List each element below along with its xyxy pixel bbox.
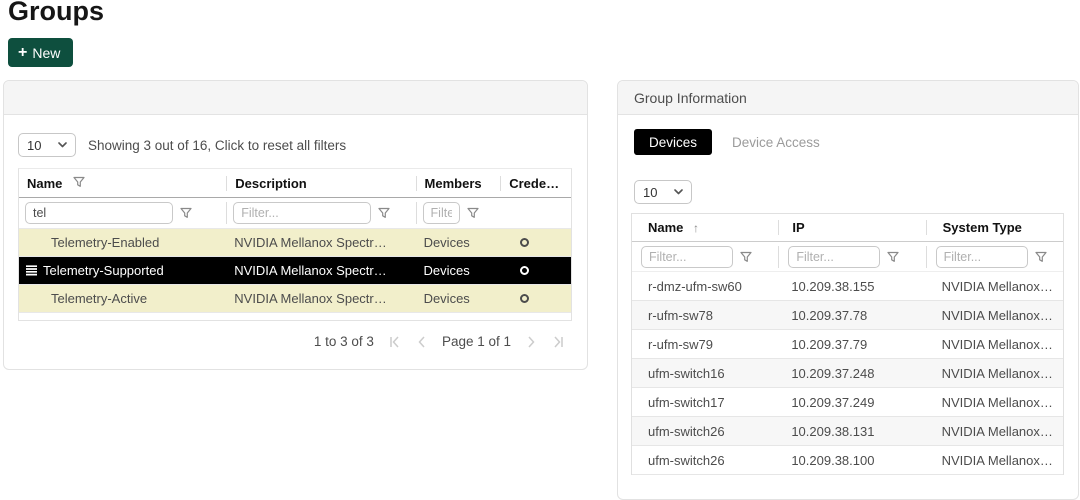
- column-header-name[interactable]: Name: [19, 176, 226, 191]
- ip-filter-input[interactable]: [788, 246, 880, 268]
- column-header-device-name[interactable]: Name ↑: [632, 220, 778, 235]
- tab-devices[interactable]: Devices: [634, 129, 712, 155]
- column-header-system-type[interactable]: System Type: [926, 220, 1063, 235]
- device-row[interactable]: ufm-switch16 10.209.37.248 NVIDIA Mellan…: [632, 359, 1063, 388]
- filter-funnel-icon[interactable]: [467, 207, 479, 219]
- device-row[interactable]: r-ufm-sw78 10.209.37.78 NVIDIA Mellanox…: [632, 301, 1063, 330]
- device-row[interactable]: ufm-switch26 10.209.38.131 NVIDIA Mellan…: [632, 417, 1063, 446]
- group-list-icon: [25, 265, 38, 276]
- column-header-ip[interactable]: IP: [778, 220, 925, 235]
- members-filter-input[interactable]: [423, 202, 460, 224]
- group-row-telemetry-enabled[interactable]: Telemetry-Enabled NVIDIA Mellanox Spectr…: [19, 228, 571, 256]
- filter-funnel-icon[interactable]: [1035, 251, 1047, 263]
- devices-filter-row: [632, 242, 1063, 272]
- name-filter-input[interactable]: [25, 202, 173, 224]
- filter-funnel-icon: [73, 176, 85, 188]
- plus-icon: +: [18, 45, 27, 61]
- new-button-label: New: [32, 45, 60, 61]
- credentials-status-icon: [520, 238, 529, 247]
- last-page-button[interactable]: [552, 336, 565, 348]
- devices-table-header: Name ↑ IP System Type: [632, 214, 1063, 242]
- device-row[interactable]: r-ufm-sw79 10.209.37.79 NVIDIA Mellanox…: [632, 330, 1063, 359]
- devices-page-size-value: 10: [643, 185, 657, 200]
- reset-filters-link[interactable]: Showing 3 out of 16, Click to reset all …: [88, 138, 346, 153]
- group-info-tabs: Devices Device Access: [634, 129, 1078, 155]
- pagination-page-label: Page 1 of 1: [442, 334, 511, 349]
- chevron-down-icon: [674, 189, 683, 195]
- tab-device-access[interactable]: Device Access: [730, 129, 822, 155]
- next-page-button[interactable]: [527, 336, 536, 348]
- groups-table: Name Description Members Crede… Tel: [18, 168, 572, 321]
- groups-filter-row: [19, 198, 571, 228]
- filter-funnel-icon[interactable]: [887, 251, 899, 263]
- groups-panel: 10 Showing 3 out of 16, Click to reset a…: [3, 80, 588, 370]
- groups-table-header: Name Description Members Crede…: [19, 169, 571, 198]
- group-row-telemetry-supported[interactable]: Telemetry-Supported NVIDIA Mellanox Spec…: [19, 256, 571, 284]
- groups-pagination: 1 to 3 of 3 Page 1 of 1: [4, 334, 565, 349]
- column-header-description[interactable]: Description: [226, 176, 415, 191]
- device-row[interactable]: ufm-switch26 10.209.38.100 NVIDIA Mellan…: [632, 446, 1063, 475]
- previous-page-button[interactable]: [417, 336, 426, 348]
- page-title: Groups: [8, 0, 104, 27]
- new-group-button[interactable]: + New: [8, 38, 73, 67]
- filter-funnel-icon[interactable]: [180, 207, 192, 219]
- chevron-down-icon: [58, 142, 67, 148]
- groups-page-size-select[interactable]: 10: [18, 133, 76, 157]
- description-filter-input[interactable]: [233, 202, 371, 224]
- group-information-title: Group Information: [618, 81, 1078, 115]
- first-page-button[interactable]: [388, 336, 401, 348]
- device-name-filter-input[interactable]: [641, 246, 733, 268]
- sort-ascending-icon: ↑: [693, 221, 699, 235]
- group-row-telemetry-active[interactable]: Telemetry-Active NVIDIA Mellanox Spectr……: [19, 284, 571, 312]
- group-information-panel: Group Information Devices Device Access …: [617, 80, 1079, 500]
- groups-panel-toolbar: [4, 81, 587, 115]
- system-type-filter-input[interactable]: [936, 246, 1028, 268]
- device-row[interactable]: ufm-switch17 10.209.37.249 NVIDIA Mellan…: [632, 388, 1063, 417]
- devices-table: Name ↑ IP System Type r-dmz-ufm-sw60 10.…: [631, 213, 1064, 475]
- column-header-members[interactable]: Members: [416, 176, 501, 191]
- groups-page-size-value: 10: [27, 138, 41, 153]
- device-row[interactable]: r-dmz-ufm-sw60 10.209.38.155 NVIDIA Mell…: [632, 272, 1063, 301]
- credentials-status-icon: [520, 266, 529, 275]
- filter-funnel-icon[interactable]: [740, 251, 752, 263]
- credentials-status-icon: [520, 294, 529, 303]
- pagination-range: 1 to 3 of 3: [314, 334, 374, 349]
- column-header-credentials[interactable]: Crede…: [500, 176, 571, 191]
- devices-page-size-select[interactable]: 10: [634, 180, 692, 204]
- filter-funnel-icon[interactable]: [378, 207, 390, 219]
